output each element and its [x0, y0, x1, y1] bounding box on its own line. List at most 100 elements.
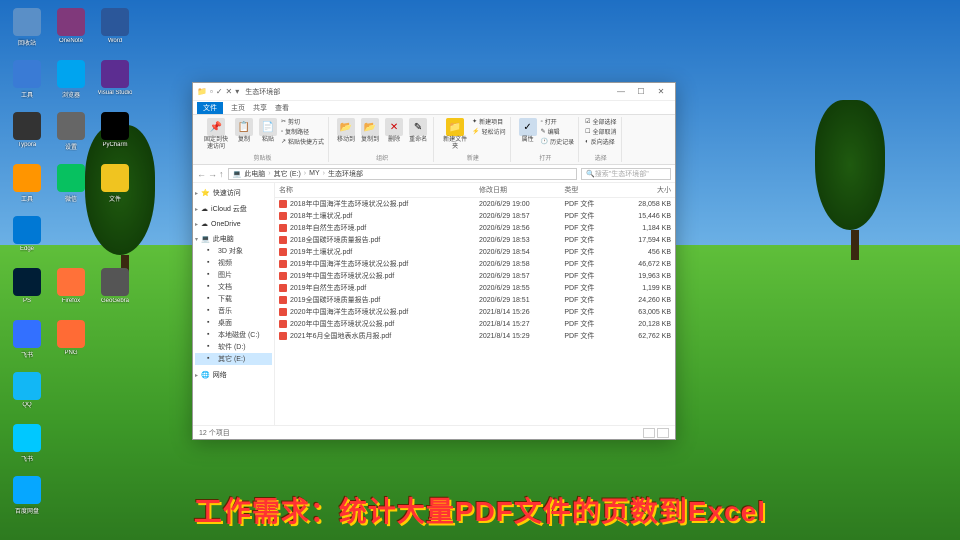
moveto-button[interactable]: 📂移动到 [335, 117, 357, 145]
pin-button[interactable]: 📌固定到快速访问 [201, 117, 231, 151]
shortcut-button[interactable]: ↗ 粘贴快捷方式 [281, 137, 324, 146]
file-row[interactable]: 2018年中国海洋生态环境状况公报.pdf2020/6/29 19:00PDF … [275, 198, 675, 211]
search-input[interactable]: 🔍 搜索"生态环境部" [581, 168, 671, 180]
desktop-icon[interactable]: Visual Studio [96, 60, 134, 108]
column-date[interactable]: 修改日期 [475, 183, 560, 198]
file-row[interactable]: 2019年中国生态环境状况公报.pdf2020/6/29 18:57PDF 文件… [275, 270, 675, 282]
qat-item[interactable]: ✓ [216, 87, 223, 96]
copypath-button[interactable]: ▫ 复制路径 [281, 127, 324, 136]
desktop-icon[interactable]: 百度网盘 [8, 476, 46, 524]
file-row[interactable]: 2019年自然生态环境.pdf2020/6/29 18:55PDF 文件1,19… [275, 282, 675, 294]
view-details-button[interactable] [643, 428, 655, 438]
edit-button[interactable]: ✎ 编辑 [541, 127, 575, 136]
desktop-icon[interactable]: 工具 [8, 164, 46, 212]
sidebar-item[interactable]: ▪软件 (D:) [195, 341, 272, 353]
copy-button[interactable]: 📋复制 [233, 117, 255, 145]
column-type[interactable]: 类型 [560, 183, 615, 198]
file-row[interactable]: 2020年中国海洋生态环境状况公报.pdf2021/8/14 15:26PDF … [275, 306, 675, 318]
desktop-icon[interactable]: 工具 [8, 60, 46, 108]
file-row[interactable]: 2021年6月全国地表水质月报.pdf2021/8/14 15:29PDF 文件… [275, 330, 675, 342]
maximize-button[interactable]: ☐ [631, 87, 651, 96]
file-row[interactable]: 2019年土壤状况.pdf2020/6/29 18:54PDF 文件456 KB [275, 246, 675, 258]
desktop-icon[interactable]: Typora [8, 112, 46, 160]
delete-button[interactable]: ✕删除 [383, 117, 405, 145]
file-row[interactable]: 2020年中国生态环境状况公报.pdf2021/8/14 15:27PDF 文件… [275, 318, 675, 330]
desktop-icon[interactable]: 回收站 [8, 8, 46, 56]
file-row[interactable]: 2018年自然生态环境.pdf2020/6/29 18:56PDF 文件1,18… [275, 222, 675, 234]
titlebar[interactable]: 📁 ▫ ✓ ✕ ▾ 生态环境部 — ☐ ✕ [193, 83, 675, 101]
sidebar-item[interactable]: ▪视频 [195, 257, 272, 269]
desktop-icon[interactable]: 飞书 [8, 320, 46, 368]
file-row[interactable]: 2019年中国海洋生态环境状况公报.pdf2020/6/29 18:58PDF … [275, 258, 675, 270]
tab-home[interactable]: 主页 [231, 103, 245, 113]
breadcrumb-segment[interactable]: 此电脑 [244, 169, 265, 179]
column-name[interactable]: 名称 [275, 183, 475, 198]
sidebar-quick-access[interactable]: ▸⭐ 快速访问 [195, 187, 272, 199]
breadcrumb-segment[interactable]: 其它 (E:) [274, 169, 301, 179]
desktop-icon[interactable]: 文件 [96, 164, 134, 212]
newfolder-button[interactable]: 📁新建文件夹 [440, 117, 470, 151]
up-button[interactable]: ↑ [219, 169, 224, 179]
desktop-icon[interactable]: Firefox [52, 268, 90, 316]
copyto-button[interactable]: 📂复制到 [359, 117, 381, 145]
desktop-icon[interactable]: Edge [8, 216, 46, 264]
cut-button[interactable]: ✂ 剪切 [281, 117, 324, 126]
ribbon-group-label: 剪贴板 [254, 153, 272, 162]
desktop-icon[interactable]: 浏览器 [52, 60, 90, 108]
sidebar-item[interactable]: ▪文档 [195, 281, 272, 293]
view-icons-button[interactable] [657, 428, 669, 438]
desktop-icon[interactable]: PyCharm [96, 112, 134, 160]
sidebar-item[interactable]: ▪桌面 [195, 317, 272, 329]
back-button[interactable]: ← [197, 169, 206, 179]
selectall-button[interactable]: ☑ 全部选择 [585, 117, 616, 126]
sidebar-network[interactable]: ▸🌐 网络 [195, 369, 272, 381]
desktop-icon[interactable]: PS [8, 268, 46, 316]
sidebar-item[interactable]: ▪图片 [195, 269, 272, 281]
close-button[interactable]: ✕ [651, 87, 671, 96]
ribbon-group-label: 选择 [595, 153, 607, 162]
easyaccess-button[interactable]: ⚡ 轻松访问 [472, 127, 506, 136]
desktop-icon[interactable]: 飞书 [8, 424, 46, 472]
desktop-icon[interactable]: OneNote [52, 8, 90, 56]
ribbon-group-label: 组织 [376, 153, 388, 162]
pdf-icon [279, 320, 287, 328]
file-row[interactable]: 2018全国碳环境质量报告.pdf2020/6/29 18:53PDF 文件17… [275, 234, 675, 246]
forward-button[interactable]: → [208, 169, 217, 179]
tab-share[interactable]: 共享 [253, 103, 267, 113]
tab-file[interactable]: 文件 [197, 102, 223, 114]
wallpaper-tree [815, 100, 895, 260]
desktop-icon[interactable]: GeoGebra [96, 268, 134, 316]
qat-item[interactable]: ✕ [226, 87, 233, 96]
column-size[interactable]: 大小 [616, 183, 675, 198]
sidebar-item[interactable]: ▪其它 (E:) [195, 353, 272, 365]
open-button[interactable]: ▫ 打开 [541, 117, 575, 126]
minimize-button[interactable]: — [611, 87, 631, 96]
sidebar-item[interactable]: ▪下载 [195, 293, 272, 305]
qat-item[interactable]: ▫ [210, 87, 213, 96]
breadcrumb-segment[interactable]: MY [309, 170, 320, 177]
desktop-icon[interactable]: 微信 [52, 164, 90, 212]
desktop-icon[interactable]: PNG [52, 320, 90, 368]
tab-view[interactable]: 查看 [275, 103, 289, 113]
desktop-icon[interactable]: 设置 [52, 112, 90, 160]
sidebar-onedrive[interactable]: ▸☁ OneDrive [195, 219, 272, 229]
sidebar-item[interactable]: ▪本地磁盘 (C:) [195, 329, 272, 341]
sidebar-icloud[interactable]: ▸☁ iCloud 云盘 [195, 203, 272, 215]
sidebar-item[interactable]: ▪音乐 [195, 305, 272, 317]
sidebar-thispc[interactable]: ▾💻 此电脑 [195, 233, 272, 245]
newitem-button[interactable]: ✦ 新建项目 [472, 117, 506, 126]
file-row[interactable]: 2018年土壤状况.pdf2020/6/29 18:57PDF 文件15,446… [275, 210, 675, 222]
properties-button[interactable]: ✓属性 [517, 117, 539, 145]
invertsel-button[interactable]: ◐ 反向选择 [585, 137, 616, 146]
paste-button[interactable]: 📄粘贴 [257, 117, 279, 145]
qat-item[interactable]: ▾ [235, 87, 239, 96]
sidebar-item[interactable]: ▪3D 对象 [195, 245, 272, 257]
rename-button[interactable]: ✎重命名 [407, 117, 429, 145]
file-row[interactable]: 2019全国碳环境质量报告.pdf2020/6/29 18:51PDF 文件24… [275, 294, 675, 306]
breadcrumb-segment[interactable]: 生态环境部 [328, 169, 363, 179]
desktop-icon[interactable]: QQ [8, 372, 46, 420]
selectnone-button[interactable]: ☐ 全部取消 [585, 127, 616, 136]
breadcrumb[interactable]: 💻 此电脑 › 其它 (E:) › MY › 生态环境部 [228, 168, 578, 180]
history-button[interactable]: 🕐 历史记录 [541, 137, 575, 146]
desktop-icon[interactable]: Word [96, 8, 134, 56]
